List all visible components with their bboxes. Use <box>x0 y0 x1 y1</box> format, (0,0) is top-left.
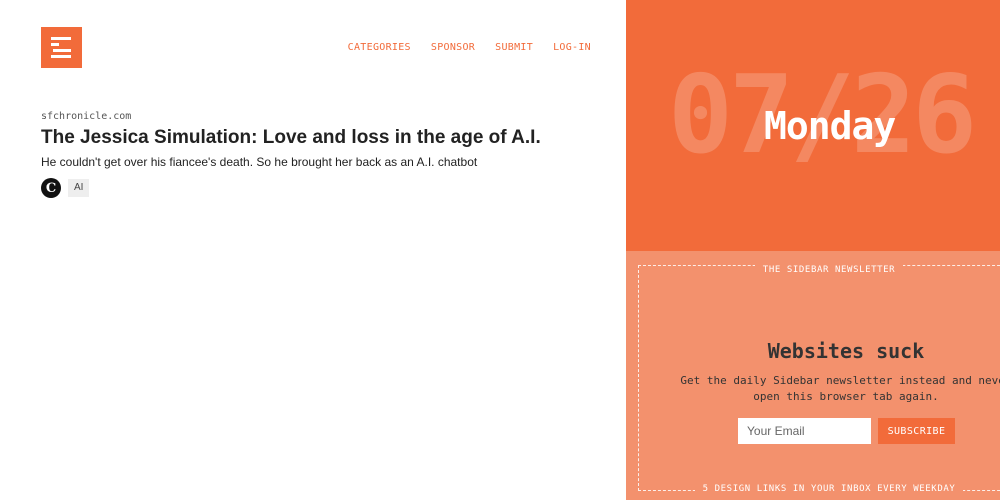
newsletter-label: THE SIDEBAR NEWSLETTER <box>639 259 1000 277</box>
nav-submit[interactable]: SUBMIT <box>495 42 533 53</box>
sidebar-logo-icon[interactable] <box>41 27 82 68</box>
subscribe-button[interactable]: SUBSCRIBE <box>878 418 955 444</box>
nav-categories[interactable]: CATEGORIES <box>348 42 411 53</box>
weekday-label: Monday <box>764 104 896 148</box>
newsletter-pitch: Get the daily Sidebar newsletter instead… <box>680 374 1000 403</box>
newsletter-headline: Websites suck <box>767 339 925 363</box>
top-nav: CATEGORIES SPONSOR SUBMIT LOG-IN <box>348 42 591 53</box>
nav-log-in[interactable]: LOG-IN <box>553 42 591 53</box>
chronicle-icon-glyph: C <box>45 180 57 196</box>
newsletter-panel: THE SIDEBAR NEWSLETTER Websites suck Get… <box>626 251 1000 500</box>
newsletter-footer: 5 DESIGN LINKS IN YOUR INBOX EVERY WEEKD… <box>639 478 1000 496</box>
post-title[interactable]: The Jessica Simulation: Love and loss in… <box>41 127 541 149</box>
logo-mark <box>41 27 82 68</box>
email-input[interactable] <box>738 418 871 444</box>
post-description: He couldn't get over his fiancee's death… <box>41 155 478 169</box>
newsletter-label-text: THE SIDEBAR NEWSLETTER <box>754 265 904 275</box>
newsletter-footer-text: 5 DESIGN LINKS IN YOUR INBOX EVERY WEEKD… <box>694 484 964 494</box>
post-source[interactable]: sfchronicle.com <box>41 111 131 122</box>
nav-sponsor[interactable]: SPONSOR <box>431 42 475 53</box>
main-content: CATEGORIES SPONSOR SUBMIT LOG-IN sfchron… <box>0 0 626 500</box>
newsletter-box: THE SIDEBAR NEWSLETTER Websites suck Get… <box>638 265 1000 494</box>
tag-ai[interactable]: AI <box>68 179 90 197</box>
chronicle-icon[interactable]: C <box>41 178 61 198</box>
date-panel: 07/26 Monday <box>626 0 1000 251</box>
